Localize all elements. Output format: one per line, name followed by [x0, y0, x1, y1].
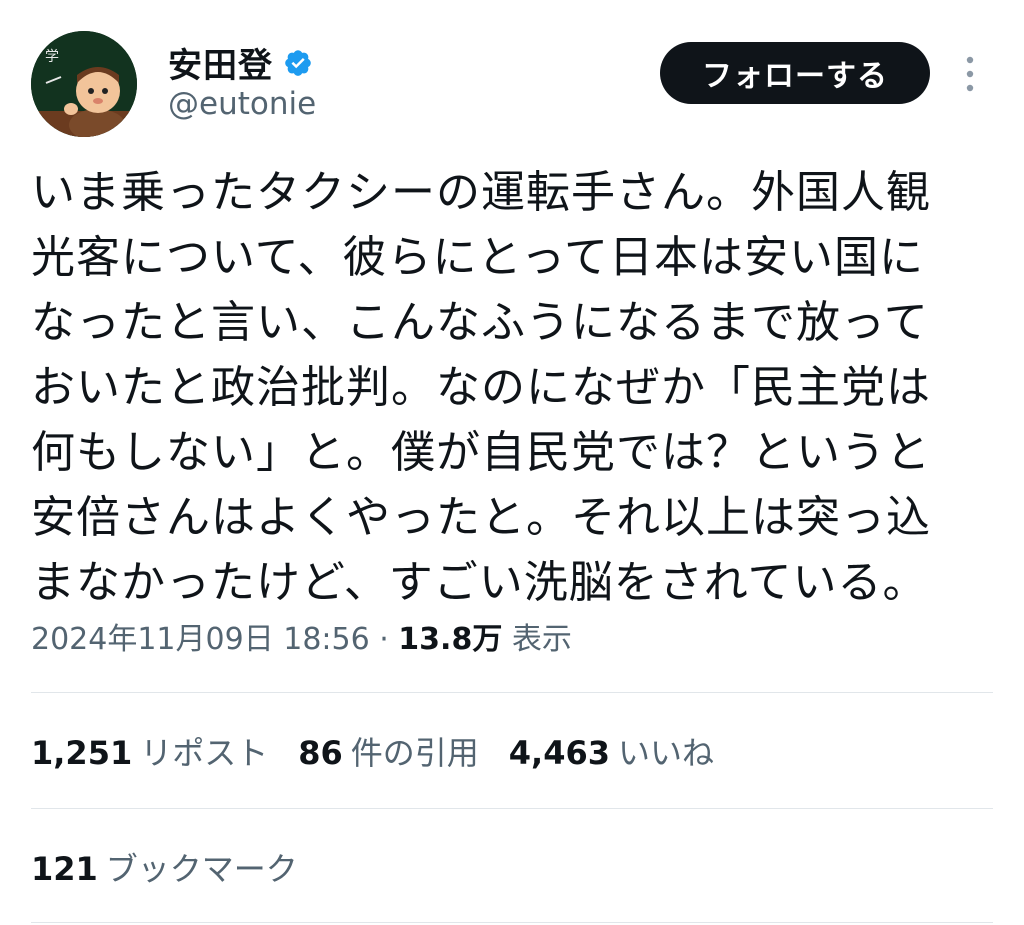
- avatar[interactable]: 学: [31, 31, 137, 137]
- tweet-timestamp[interactable]: 2024年11月09日 18:56: [31, 622, 370, 657]
- tweet-text: いま乗ったタクシーの運転手さん。外国人観 光客について、彼らにとって日本は安い国…: [31, 167, 931, 608]
- more-vertical-icon[interactable]: [958, 54, 982, 94]
- follow-button[interactable]: フォローする: [660, 42, 930, 104]
- likes-count: 4,463: [508, 734, 610, 772]
- quotes-count: 86: [298, 734, 343, 772]
- reposts-label: リポスト: [140, 734, 269, 772]
- divider: [31, 808, 993, 809]
- meta-separator: ·: [369, 622, 399, 657]
- author-display-name[interactable]: 安田登: [168, 38, 273, 87]
- likes-stat[interactable]: 4,463 いいね: [509, 728, 714, 774]
- tweet-meta: 2024年11月09日 18:56 · 13.8万 表示: [31, 614, 572, 658]
- reposts-count: 1,251: [31, 734, 133, 772]
- svg-text:学: 学: [45, 49, 59, 65]
- bookmarks-stat[interactable]: 121 ブックマーク: [31, 844, 298, 890]
- quotes-stat[interactable]: 86 件の引用: [298, 728, 479, 774]
- divider: [31, 692, 993, 693]
- cartoon-teacher-avatar-icon: 学: [31, 31, 137, 137]
- bookmarks-count: 121: [31, 850, 98, 888]
- likes-label: いいね: [618, 734, 715, 772]
- views-label: 表示: [511, 622, 572, 657]
- author-handle[interactable]: @eutonie: [168, 86, 316, 122]
- engagement-stats: 1,251 リポスト 86 件の引用 4,463 いいね: [31, 728, 714, 774]
- quotes-label: 件の引用: [350, 734, 479, 772]
- divider: [31, 922, 993, 923]
- bookmarks-label: ブックマーク: [105, 850, 298, 888]
- reposts-stat[interactable]: 1,251 リポスト: [31, 728, 268, 774]
- views-count: 13.8万: [398, 622, 503, 657]
- verified-badge-icon: [285, 49, 311, 76]
- author-name-row: 安田登: [168, 38, 313, 87]
- tweet-detail: 学 安田登 @eutonie フォローする いま乗ったタクシーの運転手さん。外国…: [0, 0, 1024, 925]
